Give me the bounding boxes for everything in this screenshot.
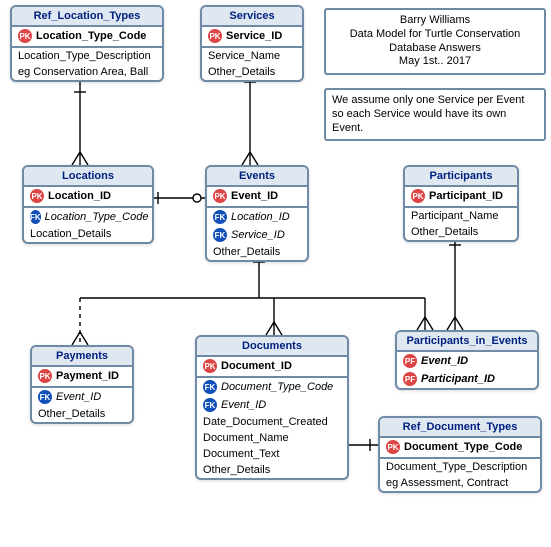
- pf-icon: PF: [403, 372, 417, 386]
- fk-icon: FK: [30, 210, 41, 224]
- field: Other_Details: [411, 226, 511, 238]
- pk-icon: PK: [38, 369, 52, 383]
- field: Event_ID: [231, 190, 301, 202]
- entity-ref-document-types[interactable]: Ref_Document_Types PKDocument_Type_Code …: [378, 416, 542, 493]
- field: eg Assessment, Contract: [386, 477, 534, 489]
- fk-icon: FK: [38, 390, 52, 404]
- field: Location_ID: [48, 190, 146, 202]
- fk-icon: FK: [213, 228, 227, 242]
- entity-title: Ref_Location_Types: [12, 7, 162, 27]
- entity-documents[interactable]: Documents PK Document_ID FK Document_Type_…: [195, 335, 349, 480]
- field: Event_ID: [421, 355, 531, 367]
- fk-icon: FK: [203, 398, 217, 412]
- pk-icon: PK: [18, 29, 32, 43]
- field: Other_Details: [38, 408, 126, 420]
- fk-icon: FK: [213, 210, 227, 224]
- fk-icon: FK: [203, 380, 217, 394]
- entity-title: Events: [207, 167, 307, 187]
- entity-title: Participants_in_Events: [397, 332, 537, 352]
- info-note-header: Barry Williams Data Model for Turtle Con…: [324, 8, 546, 75]
- field: Other_Details: [208, 66, 296, 78]
- entity-title: Ref_Document_Types: [380, 418, 540, 438]
- field: Service_ID: [231, 229, 301, 241]
- note-line: We assume only one Service per Event: [332, 94, 538, 108]
- field: eg Conservation Area, Ball: [18, 66, 156, 78]
- entity-title: Payments: [32, 347, 132, 367]
- entity-title: Documents: [197, 337, 347, 357]
- entity-title: Participants: [405, 167, 517, 187]
- entity-locations[interactable]: Locations PK Location_ID FK Location_Type_…: [22, 165, 154, 244]
- entity-services[interactable]: Services PK Service_ID Service_Name Other…: [200, 5, 304, 82]
- field: Document_ID: [221, 360, 341, 372]
- field: Document_Type_Code: [404, 441, 534, 453]
- field: Event_ID: [221, 399, 341, 411]
- entity-title: Services: [202, 7, 302, 27]
- entity-payments[interactable]: Payments PK Payment_ID FK Event_ID Other_D…: [30, 345, 134, 424]
- pk-icon: PK: [411, 189, 425, 203]
- field: Document_Type_Code: [221, 381, 341, 393]
- field: Document_Name: [203, 432, 341, 444]
- note-line: Database Answers: [332, 42, 538, 56]
- note-line: Data Model for Turtle Conservation: [332, 28, 538, 42]
- field: Location_Type_Description: [18, 50, 156, 62]
- note-line: May 1st.. 2017: [332, 55, 538, 69]
- field: Location_Type_Code: [45, 211, 149, 223]
- pf-icon: PF: [403, 354, 417, 368]
- field: Document_Type_Description: [386, 461, 534, 473]
- entity-events[interactable]: Events PK Event_ID FK Location_ID FK Servic…: [205, 165, 309, 262]
- entity-ref-location-types[interactable]: Ref_Location_Types PKLocation_Type_Code …: [10, 5, 164, 82]
- field: Document_Text: [203, 448, 341, 460]
- field: Other_Details: [203, 464, 341, 476]
- field: Date_Document_Created: [203, 416, 341, 428]
- pk-icon: PK: [203, 359, 217, 373]
- pk-icon: PK: [386, 440, 400, 454]
- field: Service_ID: [226, 30, 296, 42]
- entity-title: Locations: [24, 167, 152, 187]
- info-note-assumption: We assume only one Service per Event so …: [324, 88, 546, 141]
- entity-participants-in-events[interactable]: Participants_in_Events PF Event_ID PF Part…: [395, 330, 539, 390]
- field: Participant_ID: [429, 190, 511, 202]
- pk-icon: PK: [208, 29, 222, 43]
- field: Location_Type_Code: [36, 30, 156, 42]
- pk-icon: PK: [30, 189, 44, 203]
- field: Event_ID: [56, 391, 126, 403]
- note-line: so each Service would have its own Event…: [332, 108, 538, 136]
- field: Location_Details: [30, 228, 146, 240]
- note-line: Barry Williams: [332, 14, 538, 28]
- entity-participants[interactable]: Participants PK Participant_ID Participan…: [403, 165, 519, 242]
- pk-icon: PK: [213, 189, 227, 203]
- field: Participant_Name: [411, 210, 511, 222]
- field: Service_Name: [208, 50, 296, 62]
- field: Other_Details: [213, 246, 301, 258]
- field: Payment_ID: [56, 370, 126, 382]
- field: Location_ID: [231, 211, 301, 223]
- field: Participant_ID: [421, 373, 531, 385]
